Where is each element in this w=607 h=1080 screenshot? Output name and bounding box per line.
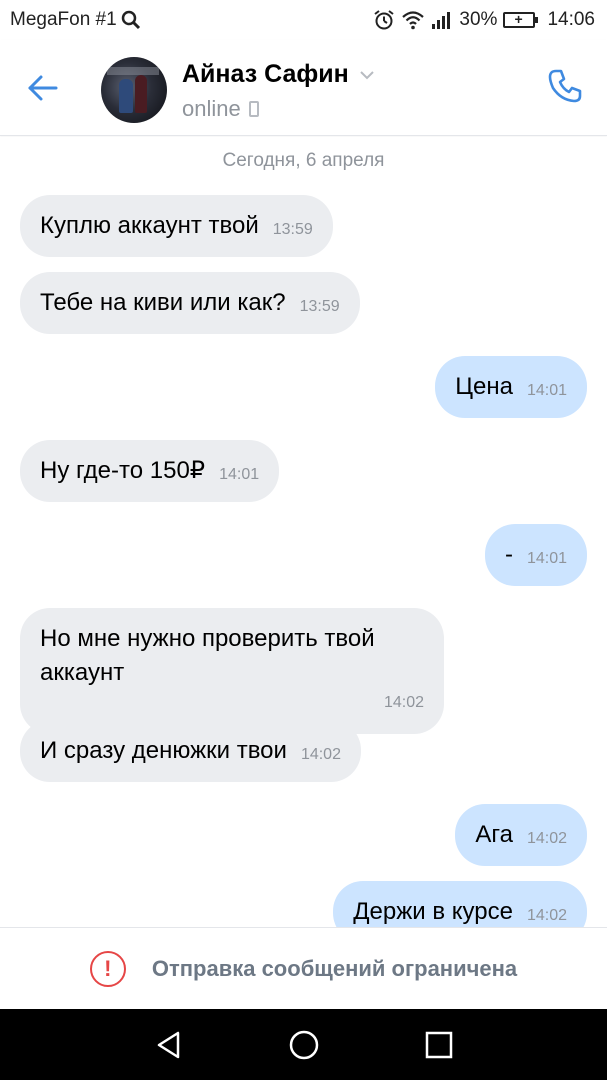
arrow-left-icon — [28, 75, 58, 101]
clock: 14:06 — [547, 9, 595, 30]
message-time: 14:02 — [383, 694, 424, 711]
message-text: Ага — [475, 821, 513, 848]
message-text: Куплю аккаунт твой — [40, 212, 259, 239]
chevron-down-icon — [360, 70, 374, 79]
message-bubble[interactable]: И сразу денюжки твои 14:02 — [20, 720, 361, 782]
message-bubble[interactable]: Цена 14:01 — [435, 356, 587, 418]
chat-header: Айназ Сафин online — [0, 40, 607, 136]
restriction-bar: ! Отправка сообщений ограничена — [0, 927, 607, 1009]
message-text: Но мне нужно проверить твой аккаунт — [40, 625, 375, 686]
message-time: 14:01 — [526, 382, 567, 399]
message-time: 14:02 — [526, 830, 567, 847]
message-time: 13:59 — [299, 298, 340, 315]
status-bar: MegaFon #1 30% + 14:06 — [0, 0, 607, 40]
message-time: 14:02 — [300, 746, 341, 763]
phone-icon — [548, 69, 582, 103]
message-time: 14:01 — [219, 466, 260, 483]
circle-home-icon — [289, 1030, 319, 1060]
message-text: - — [504, 541, 513, 568]
nav-home-button[interactable] — [288, 1029, 320, 1061]
message-time: 13:59 — [272, 221, 313, 238]
triangle-back-icon — [157, 1031, 180, 1059]
presence-status: online — [182, 96, 259, 122]
warning-icon-glyph: ! — [104, 955, 112, 981]
nav-back-button[interactable] — [154, 1029, 186, 1061]
mobile-icon — [248, 101, 259, 117]
alarm-icon — [374, 10, 395, 30]
message-bubble[interactable]: Тебе на киви или как? 13:59 — [20, 272, 360, 334]
status-carrier: MegaFon #1 — [10, 9, 141, 31]
contact-name-text: Айназ Сафин — [182, 60, 349, 88]
date-separator: Сегодня, 6 апреля — [222, 150, 385, 171]
message-text: Цена — [455, 373, 513, 400]
message-list[interactable]: Сегодня, 6 апреля Куплю аккаунт твой 13:5… — [0, 137, 607, 927]
message-bubble[interactable]: Держи в курсе 14:02 — [333, 881, 587, 927]
message-time: 14:01 — [526, 550, 567, 567]
battery-percent: 30% — [459, 9, 498, 30]
avatar[interactable] — [101, 57, 167, 123]
search-icon — [121, 10, 140, 30]
message-text: Тебе на киви или как? — [40, 289, 286, 316]
battery-icon: + — [503, 11, 539, 28]
message-bubble[interactable]: -14:01 — [484, 524, 587, 586]
message-text: Держи в курсе — [353, 898, 513, 925]
status-right: 30% + 14:06 — [373, 9, 595, 31]
nav-recents-button[interactable] — [423, 1029, 455, 1061]
message-bubble[interactable]: Ага 14:02 — [455, 804, 587, 866]
restriction-text: Отправка сообщений ограничена — [151, 955, 518, 981]
message-bubble[interactable]: Куплю аккаунт твой 13:59 — [20, 195, 333, 257]
system-nav-bar — [0, 1009, 607, 1080]
message-time: 14:02 — [526, 907, 567, 924]
message-text: И сразу денюжки твои — [40, 737, 287, 764]
message-bubble[interactable]: Но мне нужно проверить твой аккаунт 14:0… — [20, 608, 444, 734]
square-recents-icon — [425, 1031, 453, 1059]
wifi-icon — [402, 11, 425, 30]
carrier-name: MegaFon #1 — [10, 9, 117, 30]
back-button[interactable] — [22, 68, 62, 108]
message-bubble[interactable]: Ну где-то 150₽ 14:01 — [20, 440, 280, 502]
message-text: Ну где-то 150₽ — [40, 457, 206, 484]
call-button[interactable] — [545, 66, 585, 106]
contact-name[interactable]: Айназ Сафин — [182, 60, 375, 89]
signal-icon — [432, 12, 451, 29]
warning-icon: ! — [89, 950, 126, 987]
presence-text: online — [182, 96, 241, 121]
